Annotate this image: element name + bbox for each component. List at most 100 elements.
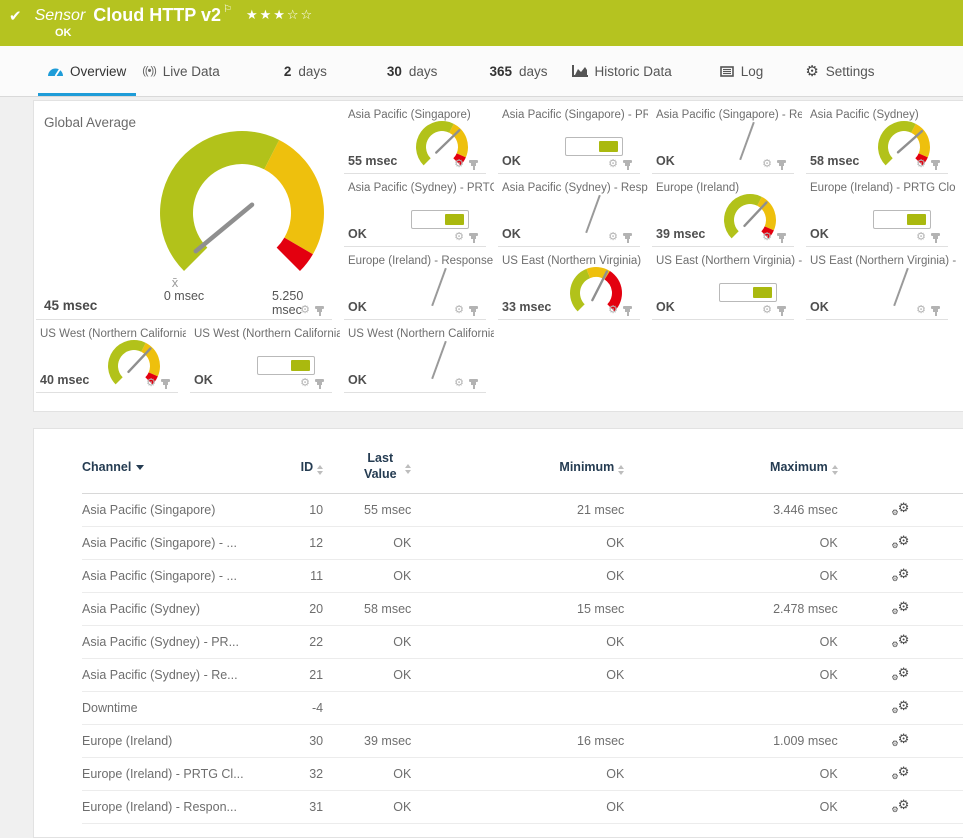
table-row[interactable]: Asia Pacific (Sydney) 20 58 msec 15 msec 2.4… [82, 592, 963, 626]
cell-channel[interactable]: Asia Pacific (Sydney) [82, 592, 268, 626]
status-check-icon: ✔ [9, 8, 22, 25]
sensor-status-badge: OK [55, 27, 72, 39]
cell-minimum: OK [411, 658, 625, 692]
stars-empty[interactable]: ☆☆ [287, 7, 314, 22]
gear-icon[interactable]: ⚙ [608, 232, 618, 243]
channel-settings-icon[interactable]: ⚙ ⚙ [891, 699, 909, 715]
flag-icon[interactable]: ⚐ [223, 4, 232, 15]
tab-live-data[interactable]: ((•)) Live Data [142, 46, 220, 96]
cell-channel[interactable]: Europe (Ireland) - Respon... [82, 790, 268, 824]
tab-log[interactable]: Log [719, 46, 764, 96]
table-row[interactable]: Europe (Ireland) - Respon... 31 OK OK OK ⚙ ⚙ [82, 790, 963, 824]
channel-settings-icon[interactable]: ⚙ ⚙ [891, 633, 909, 649]
gear-icon[interactable]: ⚙ [762, 305, 772, 316]
channel-settings-icon[interactable]: ⚙ ⚙ [891, 501, 909, 517]
pin-icon[interactable] [777, 159, 786, 170]
pin-icon[interactable] [623, 159, 632, 170]
gear-icon[interactable]: ⚙ [454, 232, 464, 243]
sort-arrows-icon[interactable] [831, 464, 838, 475]
priority-stars[interactable]: ★★★☆☆ [246, 7, 314, 23]
gear-icon[interactable]: ⚙ [300, 378, 310, 389]
pin-icon[interactable] [469, 159, 478, 170]
col-header-last-value[interactable]: Last Value [359, 451, 401, 482]
channel-settings-icon[interactable]: ⚙ ⚙ [891, 567, 909, 583]
channel-panel: Asia Pacific (Singapore) - Res... OK ⚙ [652, 101, 802, 174]
gear-icon[interactable]: ⚙ [916, 305, 926, 316]
tab-overview[interactable]: Overview [37, 46, 137, 96]
gear-icon[interactable]: ⚙ [608, 159, 618, 170]
pin-icon[interactable] [469, 305, 478, 316]
col-header-channel[interactable]: Channel [82, 460, 131, 474]
channel-title: Europe (Ireland) - PRTG Cloud... [810, 182, 956, 194]
pin-icon[interactable] [931, 305, 940, 316]
pin-icon[interactable] [315, 378, 324, 389]
channel-panel: US East (Northern Virginia) - ... OK ⚙ [806, 247, 956, 320]
cell-last-value: 55 msec [323, 493, 412, 527]
tab-label: Log [740, 63, 764, 79]
gear-icon[interactable]: ⚙ [762, 159, 772, 170]
pin-icon[interactable] [315, 305, 324, 316]
pin-icon[interactable] [777, 305, 786, 316]
tab-365-days[interactable]: 365 days [489, 46, 547, 96]
tab-settings[interactable]: ⚙ Settings [805, 46, 874, 96]
channel-settings-icon[interactable]: ⚙ ⚙ [891, 666, 909, 682]
col-header-maximum[interactable]: Maximum [770, 460, 828, 474]
gear-icon[interactable]: ⚙ [608, 305, 618, 316]
sort-arrows-icon[interactable] [405, 464, 412, 475]
cell-channel[interactable]: Asia Pacific (Sydney) - PR... [82, 625, 268, 659]
pin-icon[interactable] [931, 159, 940, 170]
cell-minimum: OK [411, 625, 625, 659]
pin-icon[interactable] [623, 305, 632, 316]
tab-30-days[interactable]: 30 days [387, 46, 438, 96]
pin-icon[interactable] [469, 378, 478, 389]
cell-channel[interactable]: Europe (Ireland) [82, 724, 268, 758]
tab-historic-data[interactable]: Historic Data [571, 46, 672, 96]
gear-icon[interactable]: ⚙ [454, 378, 464, 389]
sort-caret-icon[interactable] [136, 465, 145, 470]
stars-filled[interactable]: ★★★ [246, 7, 287, 22]
cell-channel[interactable]: Asia Pacific (Singapore) - ... [82, 559, 268, 593]
table-row[interactable]: Europe (Ireland) - PRTG Cl... 32 OK OK OK ⚙ ⚙ [82, 757, 963, 791]
channel-needle-indicator [739, 121, 755, 161]
gear-icon[interactable]: ⚙ [762, 232, 772, 243]
gear-icon[interactable]: ⚙ [300, 305, 310, 316]
cell-maximum: 3.446 msec [624, 493, 838, 527]
gear-icon[interactable]: ⚙ [454, 305, 464, 316]
table-row[interactable]: Asia Pacific (Singapore) - ... 12 OK OK OK ⚙ ⚙ [82, 526, 963, 560]
table-row[interactable]: Asia Pacific (Singapore) - ... 11 OK OK OK ⚙ ⚙ [82, 559, 963, 593]
table-row[interactable]: Asia Pacific (Sydney) - PR... 22 OK OK OK ⚙ ⚙ [82, 625, 963, 659]
channel-settings-icon[interactable]: ⚙ ⚙ [891, 732, 909, 748]
channel-panel: Asia Pacific (Sydney) 58 msec ⚙ [806, 101, 948, 174]
cell-last-value: OK [323, 559, 412, 593]
tab-label: Settings [825, 63, 875, 79]
cell-channel[interactable]: Asia Pacific (Sydney) - Re... [82, 658, 268, 692]
col-header-id[interactable]: ID [301, 460, 314, 474]
table-row[interactable]: Europe (Ireland) 30 39 msec 16 msec 1.009 ms… [82, 724, 963, 758]
tab-2-days[interactable]: 2 days [284, 46, 327, 96]
pin-icon[interactable] [161, 378, 170, 389]
cell-channel[interactable]: Asia Pacific (Singapore) - ... [82, 526, 268, 560]
gear-icon[interactable]: ⚙ [146, 378, 156, 389]
pin-icon[interactable] [931, 232, 940, 243]
gear-icon[interactable]: ⚙ [916, 232, 926, 243]
pin-icon[interactable] [469, 232, 478, 243]
table-row[interactable]: Asia Pacific (Singapore) 10 55 msec 21 msec… [82, 493, 963, 527]
table-row[interactable]: Asia Pacific (Sydney) - Re... 21 OK OK OK ⚙ ⚙ [82, 658, 963, 692]
gear-icon[interactable]: ⚙ [454, 159, 464, 170]
cell-channel[interactable]: Downtime [82, 691, 268, 725]
col-header-minimum[interactable]: Minimum [559, 460, 614, 474]
channel-settings-icon[interactable]: ⚙ ⚙ [891, 765, 909, 781]
cell-channel[interactable]: Asia Pacific (Singapore) [82, 493, 268, 527]
sort-arrows-icon[interactable] [618, 464, 625, 475]
cell-channel[interactable]: Europe (Ireland) - PRTG Cl... [82, 757, 268, 791]
cell-minimum: 21 msec [411, 493, 625, 527]
pin-icon[interactable] [623, 232, 632, 243]
pin-icon[interactable] [777, 232, 786, 243]
channel-settings-icon[interactable]: ⚙ ⚙ [891, 798, 909, 814]
channel-settings-icon[interactable]: ⚙ ⚙ [891, 534, 909, 550]
cell-maximum: OK [624, 559, 838, 593]
table-row[interactable]: Downtime -4 ⚙ ⚙ [82, 691, 963, 725]
channel-settings-icon[interactable]: ⚙ ⚙ [891, 600, 909, 616]
sort-arrows-icon[interactable] [317, 464, 324, 475]
gear-icon[interactable]: ⚙ [916, 159, 926, 170]
